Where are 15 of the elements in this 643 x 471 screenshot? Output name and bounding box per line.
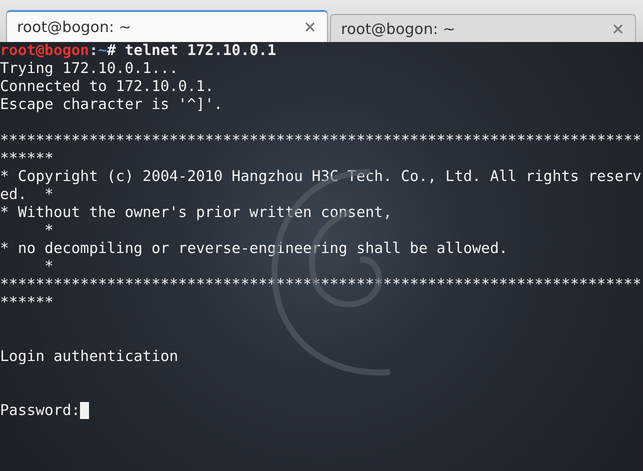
close-icon[interactable] (613, 24, 623, 34)
terminal-line: ****************************************************************************** (0, 276, 642, 311)
terminal-line: Escape character is '^]'. (0, 96, 223, 113)
terminal-line: Login authentication (0, 348, 178, 365)
terminal-line: * no decompiling or reverse-engineering shall be allowed. * (0, 240, 509, 275)
terminal-tab[interactable]: root@bogon: ~ (6, 10, 328, 42)
terminal-tab[interactable]: root@bogon: ~ (330, 14, 636, 42)
prompt-line: root@bogon:~# telnet 172.10.0.1 (0, 42, 276, 59)
terminal-line: Connected to 172.10.0.1. (0, 78, 214, 95)
terminal-line: Trying 172.10.0.1... (0, 60, 178, 77)
terminal-line: * Copyright (c) 2004-2010 Hangzhou H3C Tech. Co., Ltd. All rights reserved. * (0, 168, 642, 203)
terminal-line: * Without the owner's prior written consent, * (0, 204, 393, 239)
close-icon[interactable] (305, 22, 315, 32)
terminal-line: Password: (0, 402, 80, 419)
terminal-line: ****************************************************************************** (0, 132, 642, 167)
